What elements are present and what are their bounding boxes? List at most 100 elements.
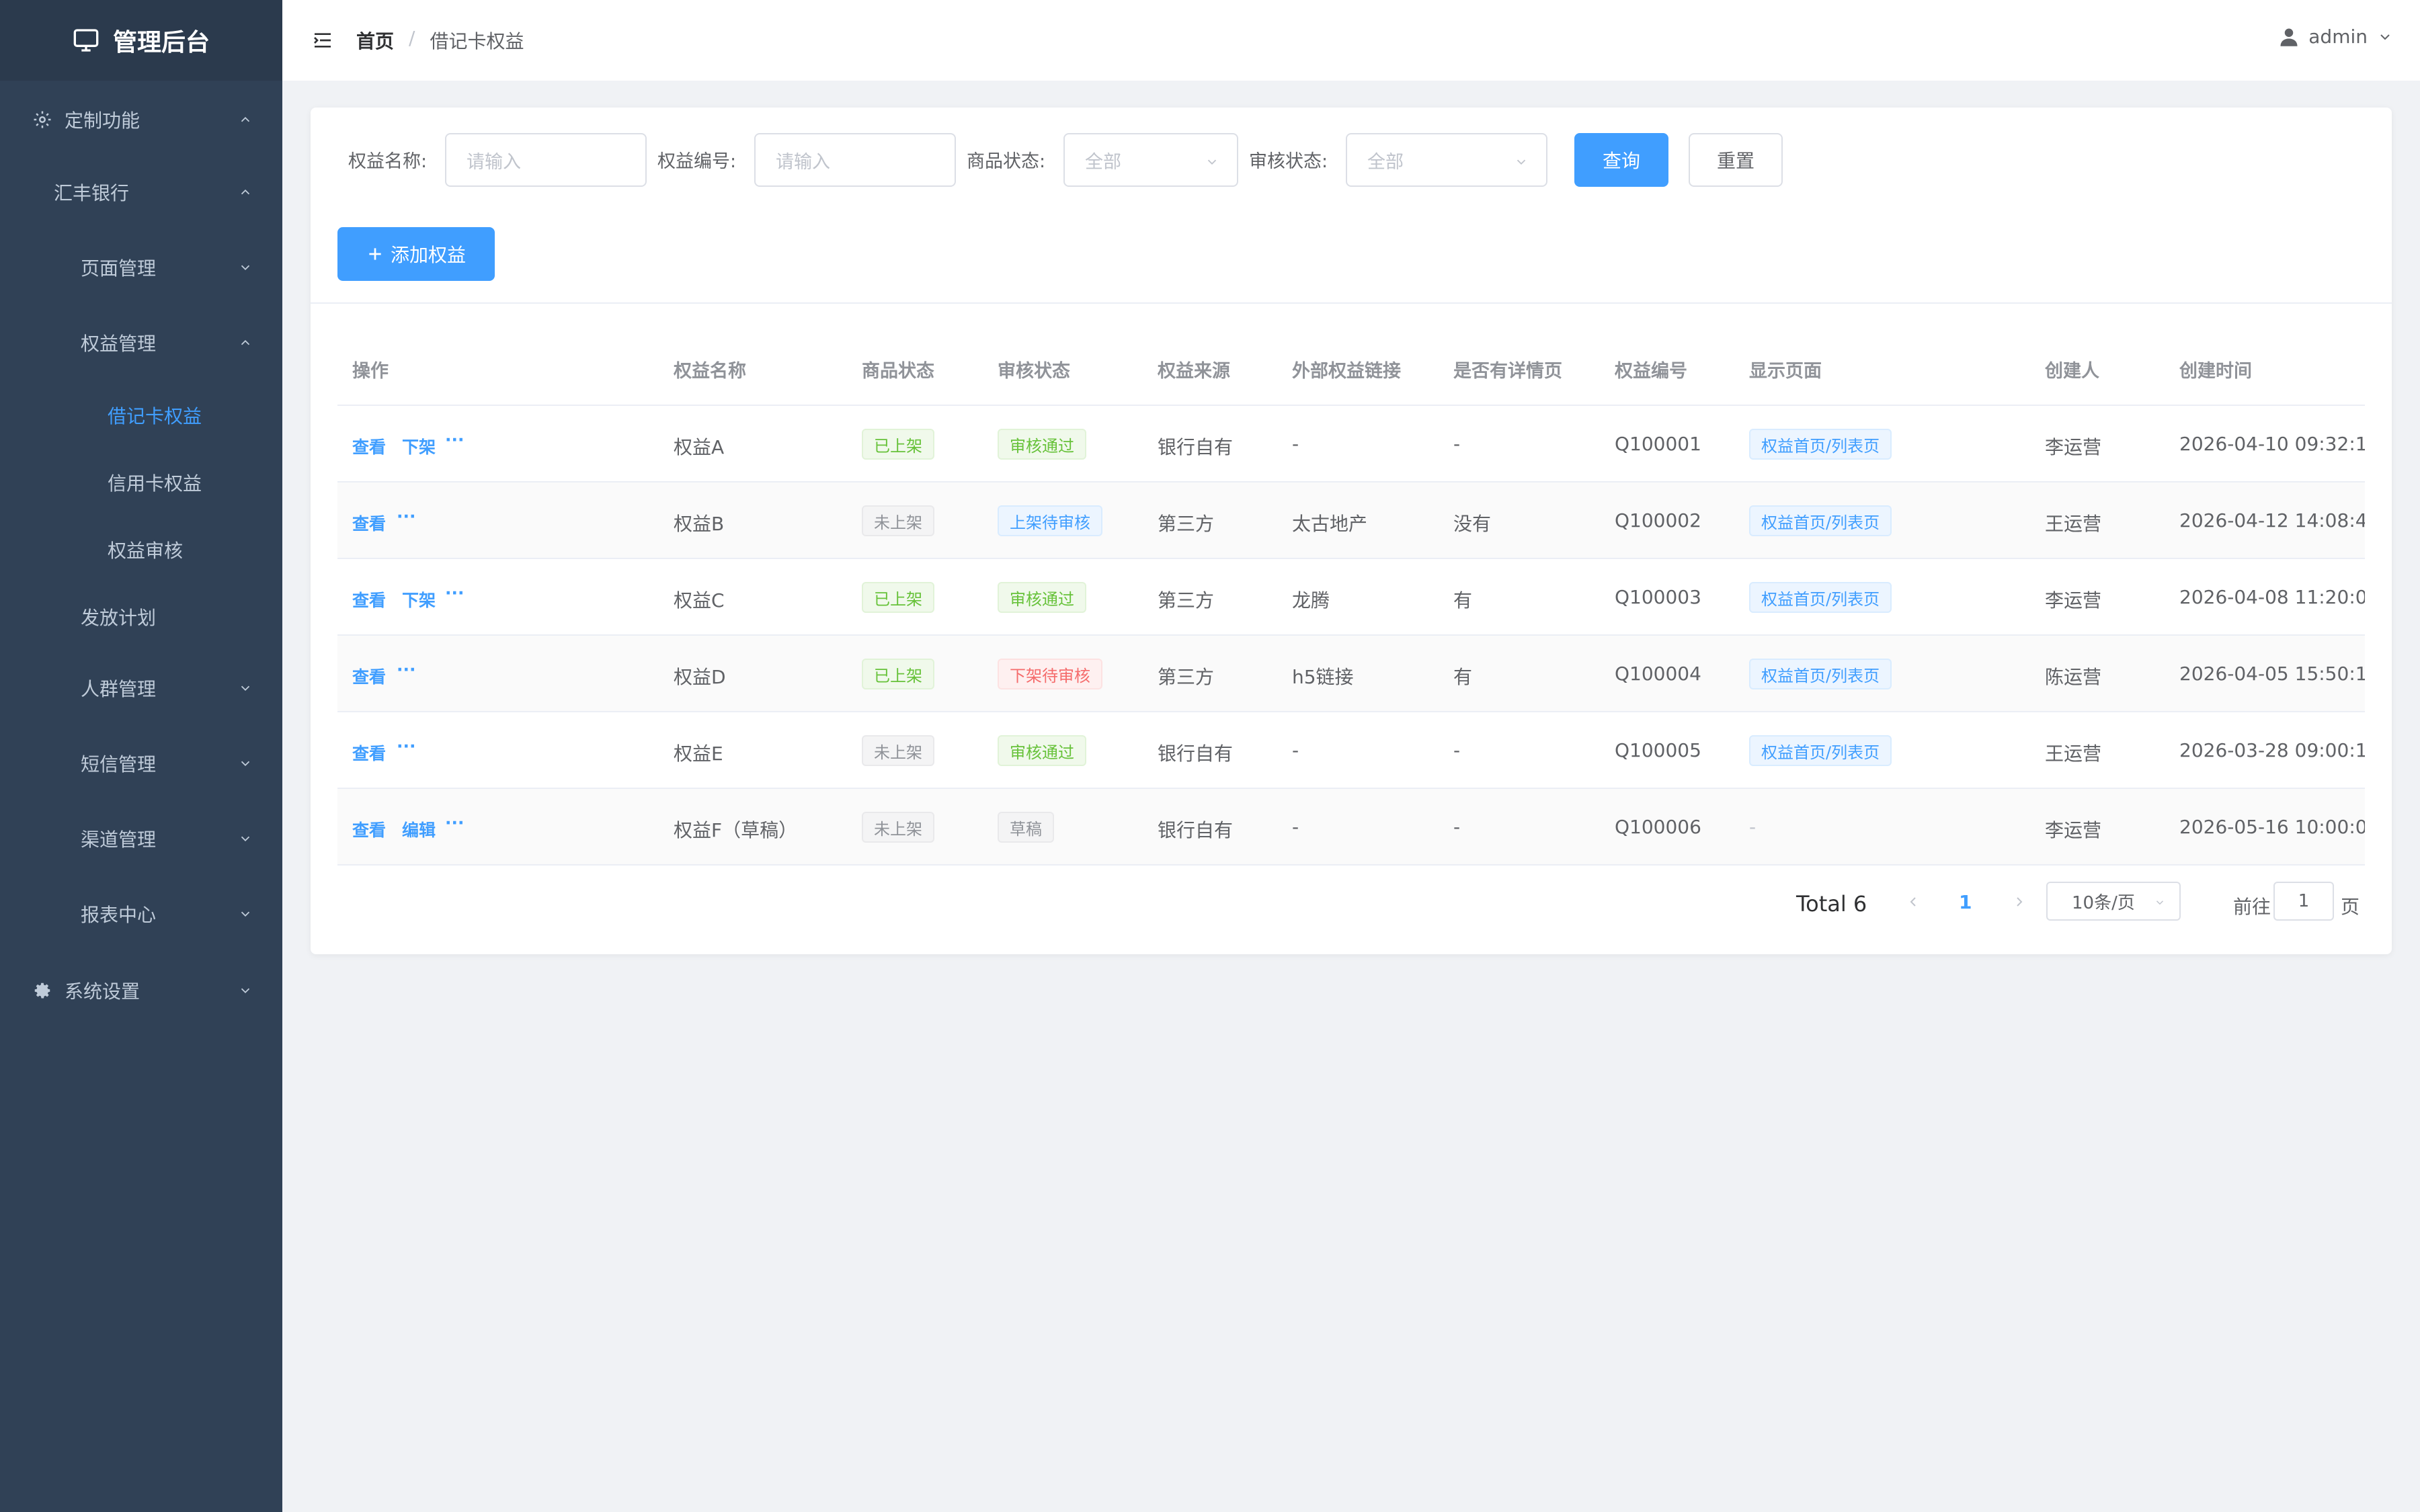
goto-page-input[interactable]: 1 xyxy=(2273,882,2334,921)
more-actions-icon[interactable]: ··· xyxy=(397,507,416,526)
sidebar-item-audience-management[interactable]: 人群管理 xyxy=(0,669,282,707)
view-link[interactable]: 查看 xyxy=(352,587,386,612)
page-size-select[interactable]: 10条/页 xyxy=(2046,882,2181,921)
benefit-source: 第三方 xyxy=(1158,666,1215,688)
page-number-current[interactable]: 1 xyxy=(1959,891,1972,913)
display-page-empty: - xyxy=(1749,816,1757,838)
sidebar-item-label: 人群管理 xyxy=(81,678,157,700)
sidebar-item-system-settings[interactable]: 系统设置 xyxy=(0,972,282,1009)
reset-button[interactable]: 重置 xyxy=(1689,133,1783,187)
benefit-code: Q100002 xyxy=(1615,509,1701,532)
has-detail-page: - xyxy=(1453,816,1461,838)
table-row: 查看 编辑 ··· 权益F（草稿） 未上架 草稿 银行自有 - - Q10000… xyxy=(337,789,2365,866)
has-detail-page: 有 xyxy=(1453,589,1473,612)
sidebar-item-debit-card-benefits[interactable]: 借记卡权益 xyxy=(0,396,282,434)
chevron-down-icon xyxy=(2156,900,2164,905)
delist-link[interactable]: 下架 xyxy=(402,434,436,458)
brand[interactable]: 管理后台 xyxy=(0,0,282,81)
query-button[interactable]: 查询 xyxy=(1574,133,1668,187)
goto-suffix: 页 xyxy=(2341,896,2360,918)
sidebar-item-label: 权益审核 xyxy=(108,540,184,562)
benefit-name: 权益A xyxy=(674,436,725,458)
more-actions-icon[interactable]: ··· xyxy=(445,430,465,450)
created-time: 2026-04-05 15:50:18 xyxy=(2179,663,2365,685)
column-header: 操作 xyxy=(352,361,389,382)
sidebar-item-benefit-review[interactable]: 权益审核 xyxy=(0,531,282,569)
add-benefit-button[interactable]: 添加权益 xyxy=(337,227,495,281)
chevron-down-icon xyxy=(1207,159,1217,165)
view-link[interactable]: 查看 xyxy=(352,434,386,458)
sidebar-item-label: 短信管理 xyxy=(81,753,157,775)
column-header: 商品状态 xyxy=(862,361,934,382)
edit-link[interactable]: 编辑 xyxy=(402,817,436,841)
creator: 李运营 xyxy=(2045,589,2102,612)
sidebar-item-sms-management[interactable]: 短信管理 xyxy=(0,745,282,782)
table-row: 查看 ··· 权益E 未上架 审核通过 银行自有 - - Q100005 权益首… xyxy=(337,712,2365,789)
breadcrumb-home[interactable]: 首页 xyxy=(356,27,394,54)
sidebar-item-benefit-management[interactable]: 权益管理 xyxy=(0,324,282,362)
benefit-name-input[interactable]: 请输入 xyxy=(445,133,647,187)
filter-name-label: 权益名称: xyxy=(348,151,428,172)
chevron-up-icon xyxy=(241,339,250,345)
column-header: 显示页面 xyxy=(1749,361,1822,382)
more-actions-icon[interactable]: ··· xyxy=(397,737,416,756)
review-status-select[interactable]: 全部 xyxy=(1346,133,1547,187)
benefit-code-input[interactable]: 请输入 xyxy=(754,133,956,187)
user-menu[interactable]: admin xyxy=(2279,26,2393,48)
more-actions-icon[interactable]: ··· xyxy=(397,660,416,679)
external-link: - xyxy=(1292,816,1299,838)
filter-code-label: 权益编号: xyxy=(657,151,737,172)
sidebar-item-credit-card-benefits[interactable]: 信用卡权益 xyxy=(0,464,282,501)
column-header: 权益来源 xyxy=(1158,361,1230,382)
column-header: 权益编号 xyxy=(1615,361,1687,382)
sidebar-item-hsbc[interactable]: 汇丰银行 xyxy=(0,173,282,211)
view-link[interactable]: 查看 xyxy=(352,511,386,535)
product-status-select[interactable]: 全部 xyxy=(1063,133,1238,187)
chevron-down-icon xyxy=(241,685,250,691)
has-detail-page: - xyxy=(1453,739,1461,761)
view-link[interactable]: 查看 xyxy=(352,664,386,688)
view-link[interactable]: 查看 xyxy=(352,741,386,765)
chevron-down-icon xyxy=(1517,159,1526,165)
has-detail-page: 有 xyxy=(1453,666,1473,688)
hamburger-menu-icon[interactable] xyxy=(312,30,333,51)
sidebar-item-custom[interactable]: 定制功能 xyxy=(0,101,282,138)
pagination-total: Total 6 xyxy=(1796,891,1867,917)
external-link: h5链接 xyxy=(1292,666,1354,688)
sidebar-item-issuance-plan[interactable]: 发放计划 xyxy=(0,598,282,636)
more-actions-icon[interactable]: ··· xyxy=(445,583,465,603)
chevron-down-icon xyxy=(241,988,250,994)
review-status-badge: 审核通过 xyxy=(998,429,1086,460)
table-row: 查看 下架 ··· 权益A 已上架 审核通过 银行自有 - - Q100001 … xyxy=(337,406,2365,482)
benefit-source: 第三方 xyxy=(1158,513,1215,535)
has-detail-page: 没有 xyxy=(1453,513,1492,535)
column-header: 外部权益链接 xyxy=(1292,361,1401,382)
sidebar-item-channel-management[interactable]: 渠道管理 xyxy=(0,820,282,857)
column-header: 权益名称 xyxy=(674,361,746,382)
breadcrumb: 首页 / 借记卡权益 xyxy=(356,27,524,54)
more-actions-icon[interactable]: ··· xyxy=(445,813,465,833)
sidebar-item-label: 系统设置 xyxy=(65,980,140,1003)
plus-icon xyxy=(369,248,381,260)
benefit-table: 操作 权益名称 商品状态 审核状态 权益来源 外部权益链接 是否有详情页 权益编… xyxy=(337,329,2365,966)
delist-link[interactable]: 下架 xyxy=(402,587,436,612)
sidebar-item-label: 借记卡权益 xyxy=(108,405,202,427)
view-link[interactable]: 查看 xyxy=(352,817,386,841)
breadcrumb-separator: / xyxy=(409,27,415,49)
prev-page-icon[interactable] xyxy=(1905,894,1921,910)
sidebar-item-label: 信用卡权益 xyxy=(108,472,202,495)
display-page-tag: 权益首页/列表页 xyxy=(1749,429,1892,460)
sidebar-item-page-management[interactable]: 页面管理 xyxy=(0,249,282,286)
external-link: - xyxy=(1292,433,1299,455)
top-header: 首页 / 借记卡权益 admin xyxy=(282,0,2420,81)
display-page-tag: 权益首页/列表页 xyxy=(1749,582,1892,613)
chevron-down-icon xyxy=(241,911,250,917)
sidebar-item-label: 发放计划 xyxy=(81,607,157,629)
sidebar-item-report-center[interactable]: 报表中心 xyxy=(0,895,282,933)
benefit-code: Q100001 xyxy=(1615,433,1701,455)
sidebar-item-label: 报表中心 xyxy=(81,904,157,926)
external-link: - xyxy=(1292,739,1299,761)
next-page-icon[interactable] xyxy=(2011,894,2027,910)
column-header: 是否有详情页 xyxy=(1453,361,1562,382)
sidebar-item-label: 汇丰银行 xyxy=(54,182,130,204)
